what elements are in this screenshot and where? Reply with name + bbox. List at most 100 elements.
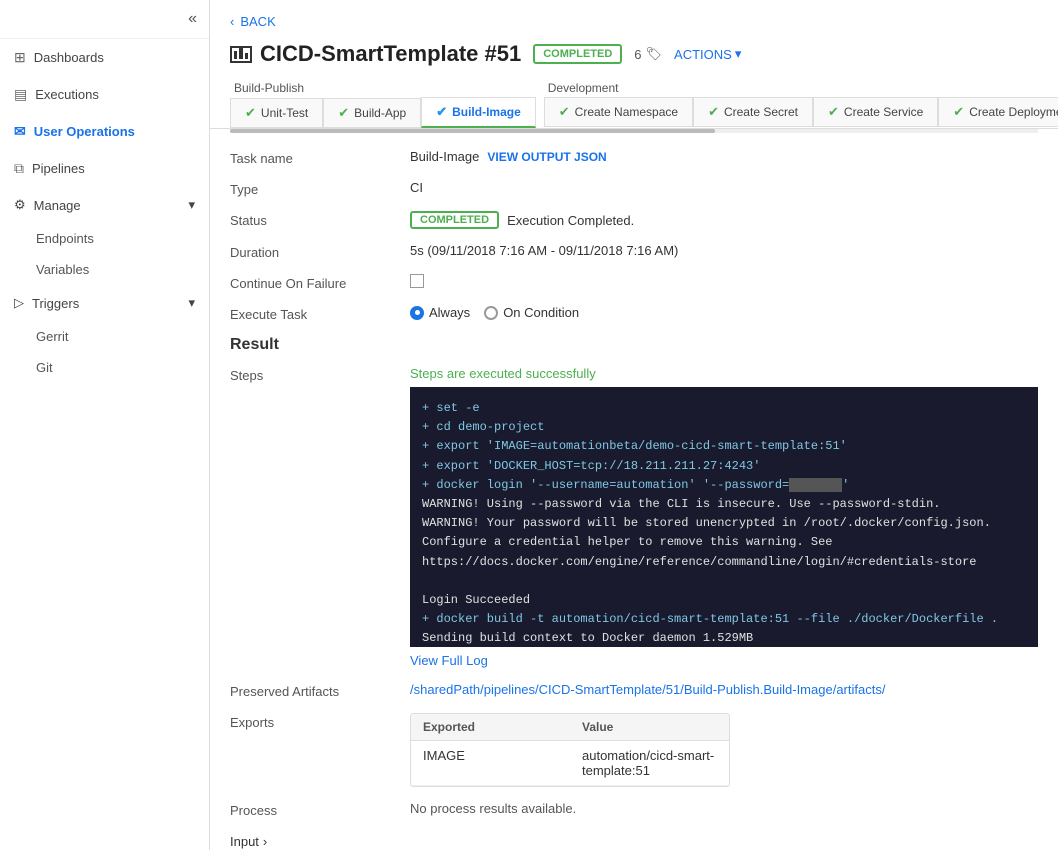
check-icon: ✔ — [828, 104, 839, 120]
sidebar-item-user-operations[interactable]: ✉ User Operations — [0, 113, 209, 150]
input-chevron: › — [263, 834, 267, 849]
duration-value: 5s (09/11/2018 7:16 AM - 09/11/2018 7:16… — [410, 243, 678, 258]
pipelines-icon: ⧉ — [14, 160, 24, 177]
exports-table: Exported Value IMAGE automation/cicd-sma… — [410, 713, 730, 787]
view-full-log-link[interactable]: View Full Log — [410, 653, 488, 668]
execute-radio-group: Always On Condition — [410, 305, 579, 320]
manage-label: Manage — [34, 198, 81, 213]
tab-scroll-thumb — [230, 129, 715, 133]
tab-label: Create Deployment — [969, 105, 1058, 119]
exports-label: Exports — [230, 713, 410, 730]
variables-label: Variables — [36, 262, 89, 277]
field-execute-task: Execute Task Always On Condition — [230, 305, 1038, 322]
pipeline-group-development: Development ✔ Create Namespace ✔ Create … — [544, 77, 1058, 128]
collapse-icon: « — [188, 10, 197, 28]
group-label-build-publish: Build-Publish — [234, 77, 536, 97]
tab-create-deployment[interactable]: ✔ Create Deployment — [938, 97, 1058, 127]
steps-content: Steps are executed successfully + set -e… — [410, 366, 1038, 668]
sidebar-item-gerrit[interactable]: Gerrit — [0, 321, 209, 352]
check-icon: ✔ — [436, 104, 447, 120]
gerrit-label: Gerrit — [36, 329, 69, 344]
tab-label: Build-Image — [452, 105, 521, 119]
tab-label: Create Secret — [724, 105, 798, 119]
pipeline-group-build-publish: Build-Publish ✔ Unit-Test ✔ Build-App ✔ … — [230, 77, 536, 128]
terminal-line-9: Login Succeeded — [422, 591, 1026, 610]
sidebar-manage-group[interactable]: ⚙ Manage ▾ — [0, 187, 209, 223]
duration-label: Duration — [230, 243, 410, 260]
actions-label: ACTIONS — [674, 47, 732, 62]
actions-button[interactable]: ACTIONS ▾ — [674, 46, 741, 62]
sidebar-item-label: Dashboards — [34, 50, 104, 65]
tab-create-namespace[interactable]: ✔ Create Namespace — [544, 97, 693, 127]
manage-chevron: ▾ — [188, 197, 195, 213]
triggers-icon: ▷ — [14, 295, 24, 311]
check-icon: ✔ — [559, 104, 570, 120]
back-chevron: ‹ — [230, 14, 234, 29]
radio-always[interactable]: Always — [410, 305, 470, 320]
artifacts-path[interactable]: /sharedPath/pipelines/CICD-SmartTemplate… — [410, 682, 885, 697]
sidebar-item-pipelines[interactable]: ⧉ Pipelines — [0, 150, 209, 187]
exports-data-row: IMAGE automation/cicd-smart-template:51 — [411, 741, 729, 786]
exports-cell-key: IMAGE — [411, 741, 570, 785]
radio-on-condition[interactable]: On Condition — [484, 305, 579, 320]
actions-chevron: ▾ — [735, 46, 742, 62]
process-text: No process results available. — [410, 801, 576, 816]
terminal-line-10: + docker build -t automation/cicd-smart-… — [422, 610, 1026, 629]
page-header: CICD-SmartTemplate #51 COMPLETED 6 🏷 ACT… — [210, 37, 1058, 77]
main-content: ‹ BACK CICD-SmartTemplate #51 COMPLETED … — [210, 0, 1058, 850]
pipeline-tabs-build-publish: ✔ Unit-Test ✔ Build-App ✔ Build-Image — [230, 97, 536, 128]
check-icon: ✔ — [953, 104, 964, 120]
tag-count: 6 🏷 — [634, 46, 662, 62]
tab-build-image[interactable]: ✔ Build-Image — [421, 97, 536, 128]
type-value: CI — [410, 180, 423, 195]
tag-number: 6 — [634, 47, 641, 62]
radio-always-icon — [410, 306, 424, 320]
tab-build-app[interactable]: ✔ Build-App — [323, 98, 421, 128]
page-title: CICD-SmartTemplate #51 — [230, 41, 521, 67]
terminal-line-6: WARNING! Your password will be stored un… — [422, 514, 1026, 533]
view-output-json-link[interactable]: VIEW OUTPUT JSON — [487, 150, 606, 164]
tag-icon: 🏷 — [646, 46, 663, 62]
back-nav[interactable]: ‹ BACK — [210, 0, 1058, 37]
sidebar-item-dashboards[interactable]: ⊞ Dashboards — [0, 39, 209, 76]
terminal-line-4: + docker login '--username=automation' '… — [422, 476, 1026, 495]
input-expand-button[interactable]: Input › — [230, 834, 410, 849]
sidebar-item-git[interactable]: Git — [0, 352, 209, 383]
continue-value — [410, 274, 424, 288]
sidebar-item-label: Pipelines — [32, 161, 85, 176]
process-value: No process results available. — [410, 801, 576, 816]
terminal-line-5: WARNING! Using --password via the CLI is… — [422, 495, 1026, 514]
sidebar-item-endpoints[interactable]: Endpoints — [0, 223, 209, 254]
continue-label: Continue On Failure — [230, 274, 410, 291]
back-label: BACK — [240, 14, 275, 29]
tab-label: Unit-Test — [261, 106, 308, 120]
sidebar-toggle[interactable]: « — [0, 0, 209, 39]
tab-label: Create Service — [844, 105, 923, 119]
continue-checkbox[interactable] — [410, 274, 424, 288]
input-label-text: Input — [230, 834, 259, 849]
exports-col-exported: Exported — [411, 714, 570, 740]
exports-cell-value: automation/cicd-smart-template:51 — [570, 741, 729, 785]
tab-scroll-bar — [230, 129, 1038, 133]
sidebar-item-variables[interactable]: Variables — [0, 254, 209, 285]
triggers-label: Triggers — [32, 296, 79, 311]
terminal-line-0: + set -e — [422, 399, 1026, 418]
field-duration: Duration 5s (09/11/2018 7:16 AM - 09/11/… — [230, 243, 1038, 260]
check-icon: ✔ — [245, 105, 256, 121]
check-icon: ✔ — [338, 105, 349, 121]
executions-icon: ▤ — [14, 86, 27, 103]
exports-col-value: Value — [570, 714, 729, 740]
terminal-line-3: + export 'DOCKER_HOST=tcp://18.211.211.2… — [422, 457, 1026, 476]
status-label: Status — [230, 211, 410, 228]
status-completed-badge: COMPLETED — [410, 211, 499, 229]
task-name-label: Task name — [230, 149, 410, 166]
field-continue-on-failure: Continue On Failure — [230, 274, 1038, 291]
tab-unit-test[interactable]: ✔ Unit-Test — [230, 98, 323, 128]
sidebar-triggers-group[interactable]: ▷ Triggers ▾ — [0, 285, 209, 321]
status-message: Execution Completed. — [507, 213, 634, 228]
tab-create-secret[interactable]: ✔ Create Secret — [693, 97, 813, 127]
tab-create-service[interactable]: ✔ Create Service — [813, 97, 938, 127]
sidebar-item-executions[interactable]: ▤ Executions — [0, 76, 209, 113]
steps-success-text: Steps are executed successfully — [410, 366, 1038, 381]
terminal-line-11: Sending build context to Docker daemon 1… — [422, 629, 1026, 647]
